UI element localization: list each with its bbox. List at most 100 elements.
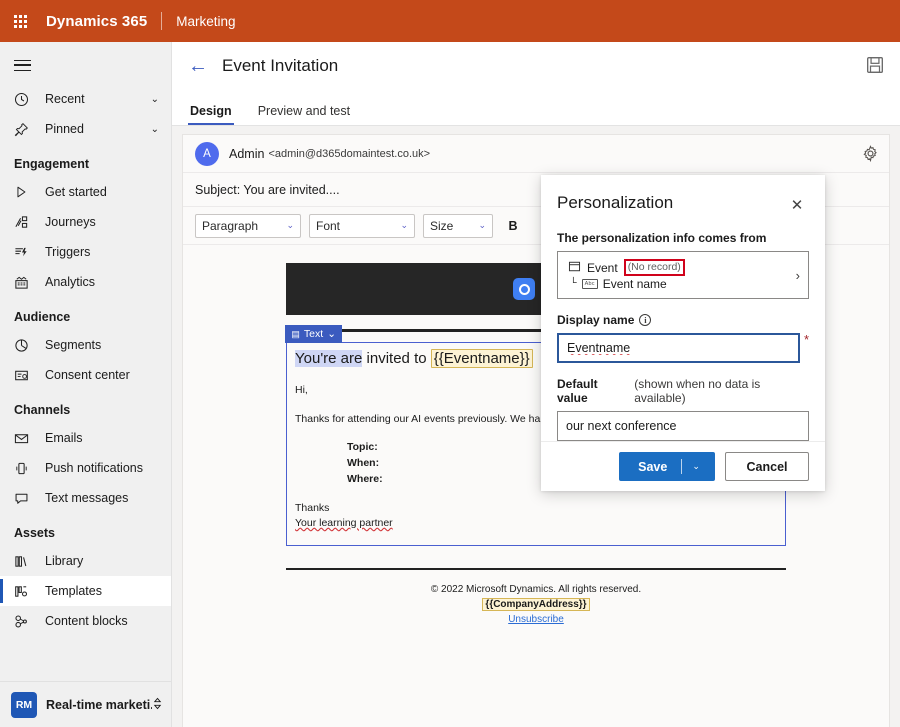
size-value: Size	[430, 219, 453, 233]
sidebar-group-title-engagement: Engagement	[0, 144, 171, 177]
font-select[interactable]: Font ⌄	[309, 214, 415, 238]
tab-preview-and-test[interactable]: Preview and test	[256, 104, 352, 125]
personalization-source-selector[interactable]: Event (No record) └ Abc Event name ›	[557, 251, 809, 299]
headline-rest-text: invited to	[362, 350, 430, 367]
sidebar-item-label: Triggers	[45, 245, 163, 259]
sidebar-item-analytics[interactable]: Analytics	[0, 267, 171, 297]
copyright-text: © 2022 Microsoft Dynamics. All rights re…	[286, 582, 786, 597]
hamburger-icon[interactable]	[0, 46, 171, 84]
top-navigation-bar: Dynamics 365 Marketing	[0, 0, 900, 42]
source-entity-row: Event (No record)	[568, 259, 788, 276]
source-field-row: └ Abc Event name	[568, 277, 788, 291]
area-label: Real-time marketi...	[46, 698, 152, 712]
sidebar-item-push-notifications[interactable]: Push notifications	[0, 453, 171, 483]
block-tag-label: Text	[304, 328, 323, 340]
chevron-down-icon: ⌄	[327, 328, 336, 340]
avatar: A	[195, 142, 219, 166]
chevron-down-icon: ⌄	[286, 220, 294, 231]
sidebar-item-label: Pinned	[45, 122, 151, 136]
source-record-state: (No record)	[624, 259, 685, 276]
close-icon[interactable]: ✕	[785, 193, 809, 217]
sidebar-item-consent-center[interactable]: Consent center	[0, 360, 171, 390]
display-name-field-row: *	[557, 333, 809, 363]
save-button[interactable]: Save ⌄	[619, 452, 715, 481]
font-value: Font	[316, 219, 340, 233]
templates-icon	[14, 582, 36, 600]
sidebar-item-library[interactable]: Library	[0, 546, 171, 576]
triggers-icon	[14, 243, 36, 261]
sidebar-item-emails[interactable]: Emails	[0, 423, 171, 453]
headline-selected-text: You're are	[295, 350, 362, 367]
source-label-text: The personalization info comes from	[557, 231, 766, 245]
unsubscribe-link[interactable]: Unsubscribe	[508, 614, 564, 625]
sidebar-item-get-started[interactable]: Get started	[0, 177, 171, 207]
email-from-row: A Admin <admin@d365domaintest.co.uk>	[183, 135, 889, 173]
sender-email: <admin@d365domaintest.co.uk>	[268, 148, 430, 160]
sidebar-item-label: Analytics	[45, 275, 163, 289]
personalization-token-eventname[interactable]: {{Eventname}}	[431, 349, 533, 368]
chevron-down-icon: ⌄	[151, 124, 163, 135]
back-arrow-icon[interactable]: ←	[188, 56, 208, 76]
sidebar-item-label: Get started	[45, 185, 163, 199]
chevron-down-icon: ⌄	[478, 220, 486, 231]
chevron-right-icon[interactable]: ›	[788, 268, 800, 283]
sidebar-item-content-blocks[interactable]: Content blocks	[0, 606, 171, 636]
display-name-input[interactable]	[557, 333, 800, 363]
content-blocks-icon	[14, 612, 36, 630]
display-name-label: Display name i	[557, 313, 809, 327]
sidebar-item-templates[interactable]: Templates	[0, 576, 171, 606]
paragraph-style-select[interactable]: Paragraph ⌄	[195, 214, 301, 238]
circle-logo-icon	[513, 278, 535, 300]
dialog-footer: Save ⌄ Cancel	[541, 441, 825, 497]
sidebar-item-label: Content blocks	[45, 614, 163, 628]
envelope-icon	[14, 429, 36, 447]
dialog-header: Personalization ✕	[541, 175, 825, 217]
default-value-hint: (shown when no data is available)	[634, 377, 809, 405]
size-select[interactable]: Size ⌄	[423, 214, 493, 238]
personalization-token-companyaddress[interactable]: {{CompanyAddress}}	[482, 598, 589, 611]
page-header: ← Event Invitation	[172, 42, 900, 90]
gear-icon[interactable]	[862, 145, 879, 162]
chevron-down-icon: ⌄	[400, 220, 408, 231]
sidebar-item-recent[interactable]: Recent ⌄	[0, 84, 171, 114]
sidebar-item-label: Text messages	[45, 491, 163, 505]
sidebar-item-triggers[interactable]: Triggers	[0, 237, 171, 267]
sidebar-group-title-audience: Audience	[0, 297, 171, 330]
dialog-body: The personalization info comes from Even…	[541, 217, 825, 441]
source-label: The personalization info comes from	[557, 231, 809, 245]
sidebar-item-text-messages[interactable]: Text messages	[0, 483, 171, 513]
tab-design[interactable]: Design	[188, 104, 234, 125]
chevron-down-icon[interactable]: ⌄	[682, 461, 710, 472]
required-indicator: *	[804, 333, 809, 347]
segments-icon	[14, 336, 36, 354]
brand-divider	[161, 12, 162, 30]
area-badge: RM	[11, 692, 37, 718]
area-switcher[interactable]: RM Real-time marketi...	[0, 681, 171, 727]
sidebar-item-segments[interactable]: Segments	[0, 330, 171, 360]
save-disk-icon[interactable]	[866, 56, 886, 76]
sidebar-item-label: Segments	[45, 338, 163, 352]
abc-icon: Abc	[582, 279, 598, 289]
tab-bar: Design Preview and test	[172, 90, 900, 126]
email-footer: © 2022 Microsoft Dynamics. All rights re…	[286, 582, 786, 627]
cancel-button[interactable]: Cancel	[725, 452, 809, 481]
pin-icon	[14, 120, 36, 138]
bold-button[interactable]: B	[501, 214, 525, 238]
paragraph-style-value: Paragraph	[202, 219, 258, 233]
app-launcher-icon[interactable]	[0, 0, 40, 42]
sidebar-item-label: Templates	[45, 584, 163, 598]
info-icon[interactable]: i	[639, 314, 651, 326]
dynamics365-marketing-window: Dynamics 365 Marketing Recent ⌄ Pinned ⌄	[0, 0, 900, 727]
dialog-title: Personalization	[557, 193, 673, 213]
tree-elbow-icon: └	[570, 278, 577, 290]
sidebar-item-journeys[interactable]: Journeys	[0, 207, 171, 237]
source-entity-name: Event	[587, 261, 618, 275]
library-icon	[14, 552, 36, 570]
block-type-tag[interactable]: ▤ Text ⌄	[285, 325, 342, 343]
sidebar-item-pinned[interactable]: Pinned ⌄	[0, 114, 171, 144]
sidebar-group-title-assets: Assets	[0, 513, 171, 546]
sidebar: Recent ⌄ Pinned ⌄ Engagement Get started	[0, 42, 172, 727]
email-signoff: Thanks Your learning partner	[295, 501, 777, 531]
brand-title: Dynamics 365	[46, 13, 147, 30]
default-value-input[interactable]	[557, 411, 809, 441]
